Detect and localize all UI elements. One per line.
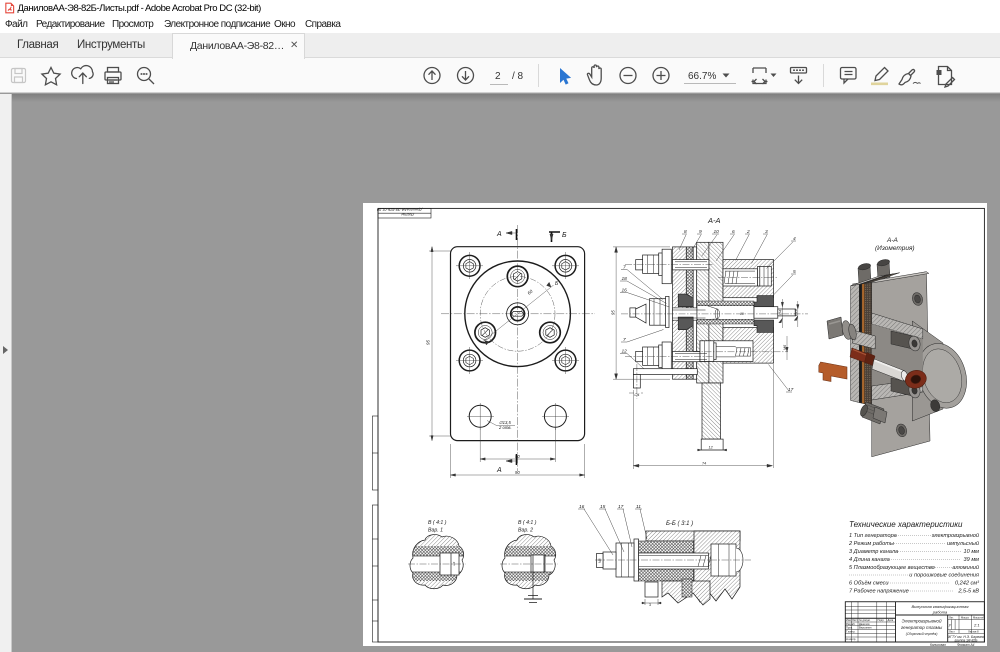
svg-text:Вар. 1: Вар. 1 — [428, 528, 443, 534]
svg-text:5 Плазмообразующее вещество: 5 Плазмообразующее вещество — [849, 565, 935, 571]
svg-text:Копировал: Копировал — [930, 643, 946, 646]
svg-text:Данилов: Данилов — [859, 622, 870, 626]
svg-text:50: 50 — [515, 454, 520, 459]
svg-text:∅4: ∅4 — [778, 310, 782, 315]
svg-text:Вар. 2: Вар. 2 — [518, 528, 533, 534]
svg-text:39 мм: 39 мм — [964, 557, 980, 563]
svg-text:Выпускная квалификационная: Выпускная квалификационная — [911, 604, 969, 609]
svg-text:2:1: 2:1 — [973, 623, 980, 628]
svg-text:90: 90 — [515, 470, 520, 475]
svg-text:1 Тип генератора: 1 Тип генератора — [849, 533, 897, 539]
svg-text:Изм: Изм — [846, 618, 851, 622]
svg-text:Лит.: Лит. — [949, 616, 954, 620]
svg-text:2,5-5 кВ: 2,5-5 кВ — [957, 589, 979, 595]
svg-text:95: 95 — [611, 310, 616, 315]
svg-text:импульсный: импульсный — [947, 540, 979, 547]
svg-text:19: 19 — [740, 312, 744, 316]
svg-text:Масштаб: Масштаб — [973, 616, 985, 620]
svg-text:Дата: Дата — [888, 618, 894, 622]
svg-text:Электровзрывной: Электровзрывной — [902, 618, 942, 624]
svg-text:и порошковые соединения: и порошковые соединения — [909, 573, 979, 579]
svg-text:М6: М6 — [783, 344, 787, 350]
svg-text:Формат А4: Формат А4 — [957, 643, 975, 646]
svg-text:6 Объём смеси: 6 Объём смеси — [849, 581, 889, 587]
svg-text:/ 8: / 8 — [512, 71, 524, 82]
svg-text:Б: Б — [562, 232, 567, 239]
svg-text:2: 2 — [495, 71, 501, 82]
svg-text:66.7%: 66.7% — [688, 71, 716, 82]
svg-text:Листы: Листы — [401, 212, 415, 216]
svg-text:Разраб.: Разраб. — [846, 622, 856, 626]
svg-text:У: У — [949, 623, 952, 628]
svg-text:Н.контр.: Н.контр. — [846, 637, 856, 641]
svg-text:А: А — [496, 467, 502, 474]
svg-text:Б-Б ( 3:1 ): Б-Б ( 3:1 ) — [666, 521, 693, 527]
svg-text:3 Диаметр канала: 3 Диаметр канала — [849, 549, 898, 555]
svg-text:∅4: ∅4 — [452, 561, 456, 566]
svg-text:95: 95 — [426, 339, 431, 345]
svg-text:∅10: ∅10 — [794, 308, 798, 316]
svg-text:2 Режим работы: 2 Режим работы — [848, 541, 894, 547]
svg-text:В ( 4:1 ): В ( 4:1 ) — [428, 520, 447, 526]
svg-text:электровзрывной: электровзрывной — [932, 532, 979, 539]
svg-text:ДаниловАА-Э8-82Б-01.00: ДаниловАА-Э8-82Б-01.00 — [376, 208, 423, 212]
svg-text:Пров.: Пров. — [846, 626, 853, 630]
svg-text:А-А: А-А — [886, 237, 898, 244]
svg-text:60: 60 — [526, 288, 533, 295]
svg-text:3: 3 — [649, 603, 651, 607]
svg-text:работа: работа — [932, 610, 948, 615]
svg-text:4 Длина канала: 4 Длина канала — [849, 557, 890, 563]
svg-text:Подп.: Подп. — [878, 618, 885, 622]
svg-text:∅4: ∅4 — [634, 393, 639, 397]
svg-text:А-А: А-А — [707, 216, 721, 225]
svg-text:Лист: Лист — [949, 630, 955, 634]
svg-text:(Изометрия): (Изометрия) — [875, 245, 915, 252]
svg-text:(Сборочный чертёж): (Сборочный чертёж) — [906, 632, 938, 636]
svg-text:Б: Б — [555, 281, 559, 287]
svg-text:№ докум.: № докум. — [859, 619, 871, 622]
svg-text:Технические характеристики: Технические характеристики — [849, 520, 963, 529]
svg-text:Лист: Лист — [852, 618, 858, 622]
svg-text:В ( 4:1 ): В ( 4:1 ) — [518, 520, 537, 526]
svg-text:7 Рабочее напряжение: 7 Рабочее напряжение — [849, 589, 909, 595]
svg-text:Листов 8: Листов 8 — [968, 630, 979, 634]
svg-text:генератор плазмы: генератор плазмы — [901, 625, 943, 630]
svg-text:0,242 см³: 0,242 см³ — [955, 581, 979, 587]
svg-text:Т.контр.: Т.контр. — [846, 629, 856, 633]
svg-text:Масса: Масса — [961, 616, 969, 620]
svg-text:Вершинин: Вершинин — [859, 626, 872, 630]
svg-text:М8: М8 — [598, 558, 602, 563]
svg-text:2 отв.: 2 отв. — [498, 425, 512, 430]
svg-text:74: 74 — [702, 462, 706, 466]
svg-text:алюминий: алюминий — [952, 564, 979, 571]
svg-text:А: А — [496, 231, 502, 238]
svg-text:10 мм: 10 мм — [964, 549, 980, 555]
